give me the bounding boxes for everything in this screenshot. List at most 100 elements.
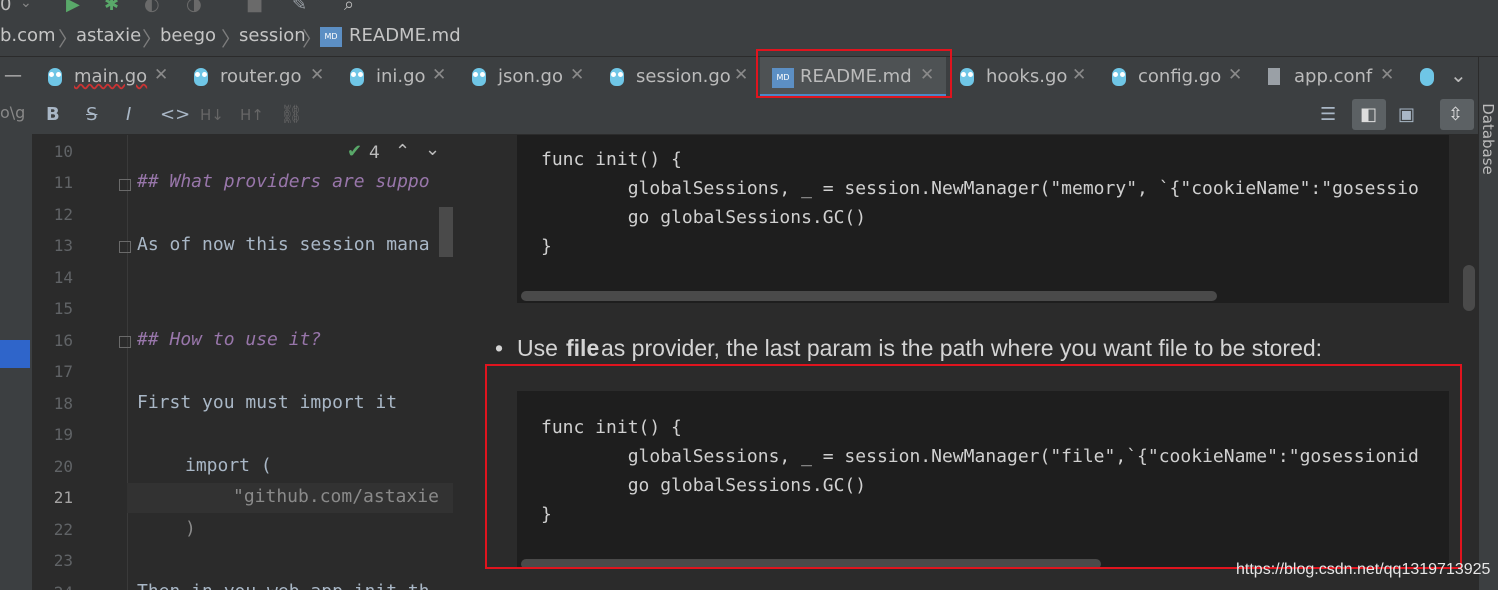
strikethrough-button[interactable]: S — [86, 104, 97, 125]
editor-scrollbar-thumb[interactable] — [439, 207, 453, 257]
chevron-right-icon: 〉 — [142, 27, 162, 51]
markdown-file-icon: MD — [320, 27, 342, 47]
line-number: 16 — [53, 331, 73, 350]
line-number: 22 — [53, 520, 73, 539]
minimize-icon[interactable]: — — [4, 65, 22, 86]
code-block-line: go globalSessions.GC() — [541, 207, 867, 228]
code-line: Then in you web app init th — [137, 581, 430, 590]
fold-marker-icon[interactable] — [119, 241, 131, 253]
tab-session-go[interactable]: session.go ✕ — [598, 57, 756, 97]
text-file-icon — [1268, 68, 1280, 85]
chevron-down-icon[interactable]: ⌄ — [425, 139, 440, 160]
project-path-fragment: o\g — [0, 103, 26, 122]
tab-label: hooks.go — [986, 66, 1068, 87]
line-number: 19 — [53, 425, 73, 444]
tab-label: ini.go — [376, 66, 426, 87]
line-number: 15 — [53, 299, 73, 318]
preview-only-icon[interactable]: ▣ — [1398, 104, 1415, 125]
breadcrumb: b.com 〉 astaxie 〉 beego 〉 session 〉 MD R… — [0, 19, 1498, 57]
close-icon[interactable]: ✕ — [1228, 65, 1242, 85]
inspection-count: 4 — [369, 143, 380, 163]
go-gopher-icon — [48, 68, 62, 86]
close-icon[interactable]: ✕ — [920, 65, 934, 85]
breadcrumb-item[interactable]: astaxie — [76, 25, 141, 46]
tab-label: json.go — [498, 66, 563, 87]
chevron-right-icon: 〉 — [221, 27, 241, 51]
tab-hooks-go[interactable]: hooks.go ✕ — [948, 57, 1098, 97]
tab-label: router.go — [220, 66, 302, 87]
markdown-toolbar: B S I <> H↓ H↑ ⛓ ☰ ◧ ▣ ⇳ — [32, 97, 1478, 135]
header-increase-icon[interactable]: H↑ — [240, 106, 264, 124]
breadcrumb-item[interactable]: README.md — [349, 25, 461, 46]
inspection-ok-icon[interactable]: ✔ — [347, 141, 362, 162]
code-block-line: func init() { — [541, 149, 682, 170]
selected-tree-item[interactable] — [0, 340, 30, 368]
tab-readme-md[interactable]: MD README.md ✕ — [760, 57, 946, 97]
header-decrease-icon[interactable]: H↓ — [200, 106, 224, 124]
code-line: "github.com/astaxie — [233, 486, 439, 507]
project-panel: o\g — [0, 97, 33, 590]
code-button[interactable]: <> — [160, 104, 190, 125]
go-gopher-icon — [960, 68, 974, 86]
editor-only-icon[interactable]: ☰ — [1320, 104, 1336, 125]
code-line: ## How to use it? — [137, 329, 322, 350]
debug-icon[interactable]: ✱ — [104, 0, 119, 16]
coverage-icon[interactable]: ◐ — [144, 0, 160, 16]
chevron-down-icon[interactable]: ⌄ — [1450, 63, 1467, 87]
close-icon[interactable]: ✕ — [154, 65, 168, 85]
link-icon[interactable]: ⛓ — [280, 104, 303, 125]
code-line: import ( — [185, 455, 272, 476]
markdown-preview[interactable]: func init() { globalSessions, _ = sessio… — [455, 135, 1478, 590]
close-icon[interactable]: ✕ — [570, 65, 584, 85]
stop-icon[interactable]: ■ — [246, 0, 263, 16]
editor-tabs: — main.go ✕ router.go ✕ ini.go ✕ json.go… — [0, 57, 1498, 98]
wrench-icon[interactable]: ✎ — [292, 0, 307, 16]
tab-app-conf[interactable]: app.conf ✕ — [1252, 57, 1402, 97]
go-gopher-icon[interactable] — [1420, 68, 1434, 86]
go-gopher-icon — [472, 68, 486, 86]
run-config-selector[interactable]: 0 — [0, 0, 11, 16]
code-block-scrollbar[interactable] — [521, 559, 1101, 569]
fold-marker-icon[interactable] — [119, 336, 131, 348]
scroll-sync-icon: ⇳ — [1448, 104, 1464, 125]
split-view-icon: ◧ — [1360, 104, 1378, 125]
tab-config-go[interactable]: config.go ✕ — [1100, 57, 1250, 97]
code-block-scrollbar[interactable] — [521, 291, 1217, 301]
tab-json-go[interactable]: json.go ✕ — [460, 57, 596, 97]
preview-scrollbar-thumb[interactable] — [1463, 265, 1475, 311]
chevron-up-icon[interactable]: ⌃ — [395, 141, 410, 162]
close-icon[interactable]: ✕ — [734, 65, 748, 85]
main-toolbar: 0 ⌄ ▶ ✱ ◐ ◑ ■ ✎ ⌕ — [0, 0, 1498, 19]
markdown-source-editor[interactable]: ✔ 4 ⌃ ⌄ 10 11 ## What providers are supp… — [33, 135, 453, 590]
code-block-line: } — [541, 504, 552, 525]
run-icon[interactable]: ▶ — [66, 0, 80, 16]
close-icon[interactable]: ✕ — [1072, 65, 1086, 85]
close-icon[interactable]: ✕ — [310, 65, 324, 85]
code-line: First you must import it — [137, 392, 398, 413]
line-number: 21 — [53, 488, 73, 507]
bold-button[interactable]: B — [46, 104, 60, 125]
italic-button[interactable]: I — [126, 104, 131, 125]
tab-main-go[interactable]: main.go ✕ — [36, 57, 178, 97]
breadcrumb-item[interactable]: b.com — [0, 25, 56, 46]
fold-marker-icon[interactable] — [119, 179, 131, 191]
gutter-divider — [127, 135, 128, 590]
search-icon[interactable]: ⌕ — [344, 0, 354, 16]
close-icon[interactable]: ✕ — [1380, 65, 1394, 85]
tab-ini-go[interactable]: ini.go ✕ — [338, 57, 458, 97]
markdown-file-icon: MD — [772, 68, 794, 88]
profile-icon[interactable]: ◑ — [186, 0, 202, 16]
tab-label: README.md — [800, 66, 912, 87]
line-number: 11 — [53, 173, 73, 192]
close-icon[interactable]: ✕ — [432, 65, 446, 85]
code-block-line: go globalSessions.GC() — [541, 475, 867, 496]
chevron-right-icon: 〉 — [58, 27, 78, 51]
breadcrumb-item[interactable]: beego — [160, 25, 216, 46]
code-line: ## What providers are suppo — [137, 171, 430, 192]
chevron-down-icon[interactable]: ⌄ — [20, 0, 32, 14]
line-number: 13 — [53, 236, 73, 255]
breadcrumb-item[interactable]: session — [239, 25, 306, 46]
tab-router-go[interactable]: router.go ✕ — [182, 57, 330, 97]
database-tool-tab[interactable]: Database — [1479, 100, 1497, 180]
code-block: func init() { globalSessions, _ = sessio… — [517, 391, 1449, 569]
